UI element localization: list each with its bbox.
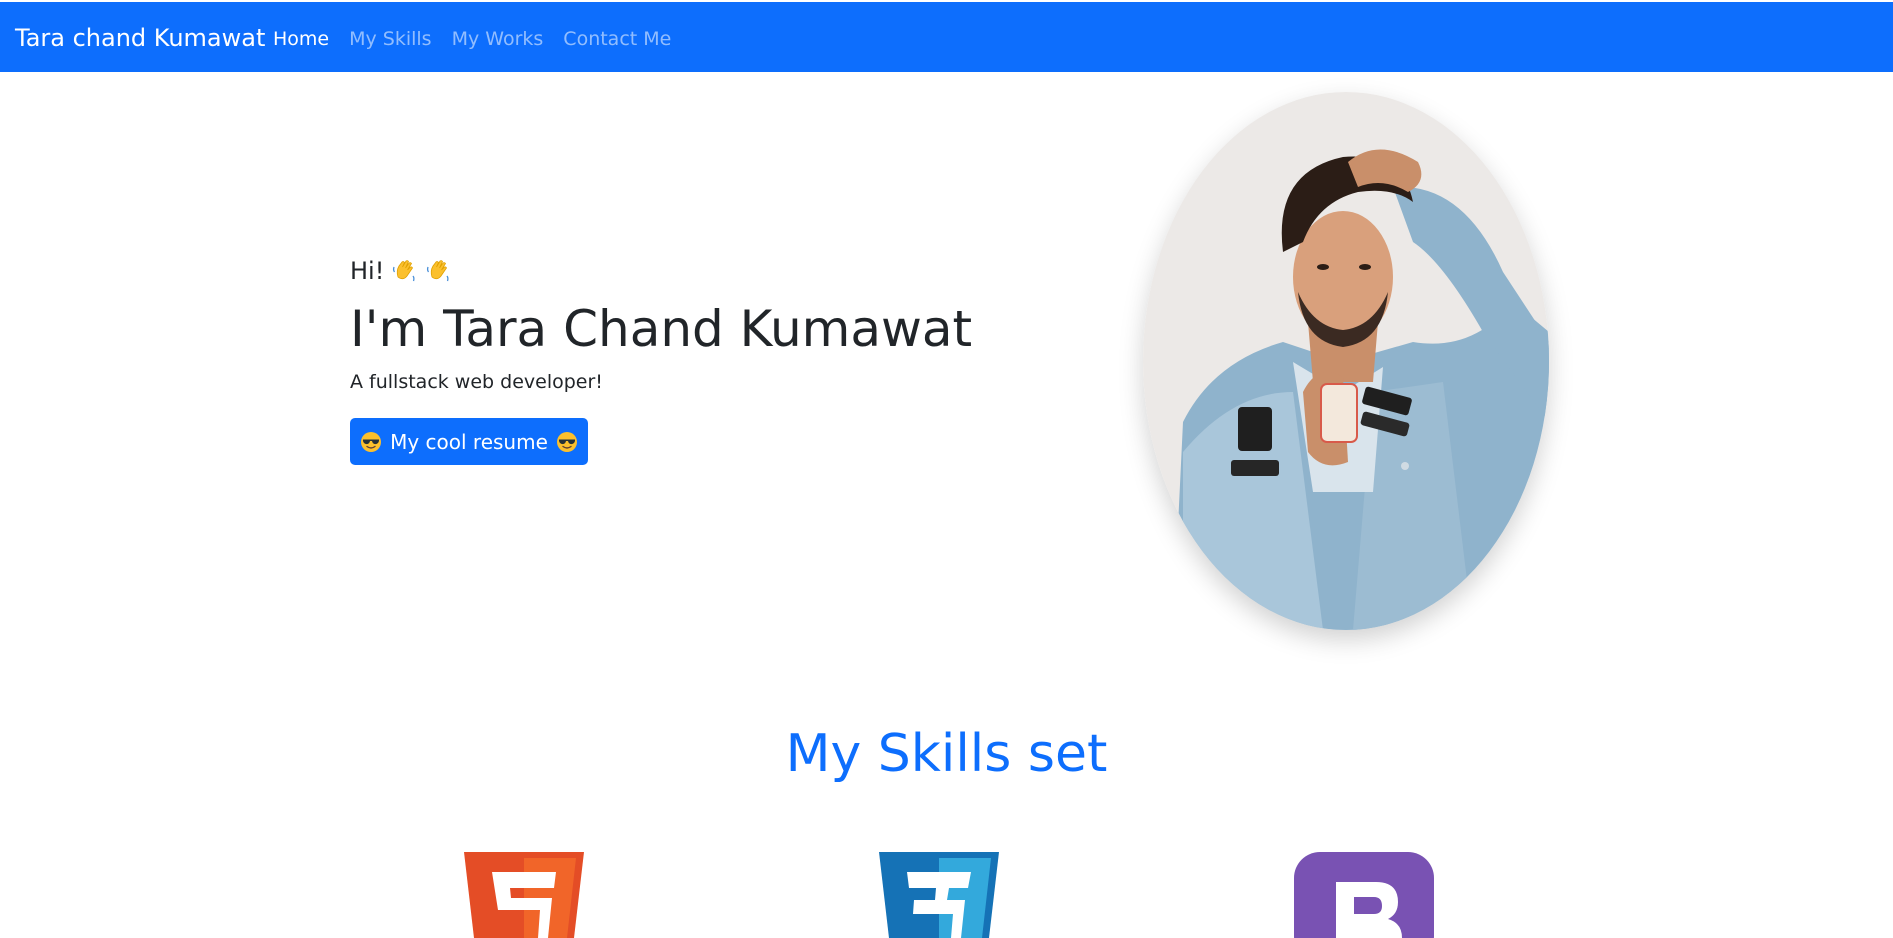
hero-tagline: A fullstack web developer!: [350, 371, 603, 393]
profile-photo: [1143, 92, 1549, 630]
hero-headline: I'm Tara Chand Kumawat: [350, 300, 973, 358]
top-navbar: Tara chand Kumawat Home My Skills My Wor…: [0, 2, 1893, 72]
waving-hand-icon: [427, 260, 449, 282]
nav-link-my-works[interactable]: My Works: [452, 27, 544, 51]
sunglasses-face-icon: [556, 431, 577, 452]
greeting-line: Hi!: [350, 255, 972, 287]
bootstrap-logo-icon: [1294, 852, 1434, 938]
css3-logo-icon: [879, 852, 999, 938]
greeting-text: Hi!: [350, 257, 385, 285]
nav-link-contact-me[interactable]: Contact Me: [563, 27, 671, 51]
nav-link-home[interactable]: Home: [273, 27, 329, 51]
waving-hand-icon: [393, 260, 415, 282]
resume-button-label: My cool resume: [390, 429, 548, 454]
nav-links: Home My Skills My Works Contact Me: [273, 27, 671, 51]
nav-link-my-skills[interactable]: My Skills: [349, 27, 431, 51]
sunglasses-face-icon: [361, 431, 382, 452]
resume-button[interactable]: My cool resume: [350, 418, 588, 465]
html5-logo-icon: [464, 852, 584, 938]
hero-intro: Hi! I'm Tara Chand Kumawat A fullstack w…: [350, 255, 973, 465]
skills-section-title: My Skills set: [785, 724, 1108, 784]
navbar-brand[interactable]: Tara chand Kumawat: [15, 24, 265, 52]
profile-photo-illustration: [1143, 92, 1549, 630]
